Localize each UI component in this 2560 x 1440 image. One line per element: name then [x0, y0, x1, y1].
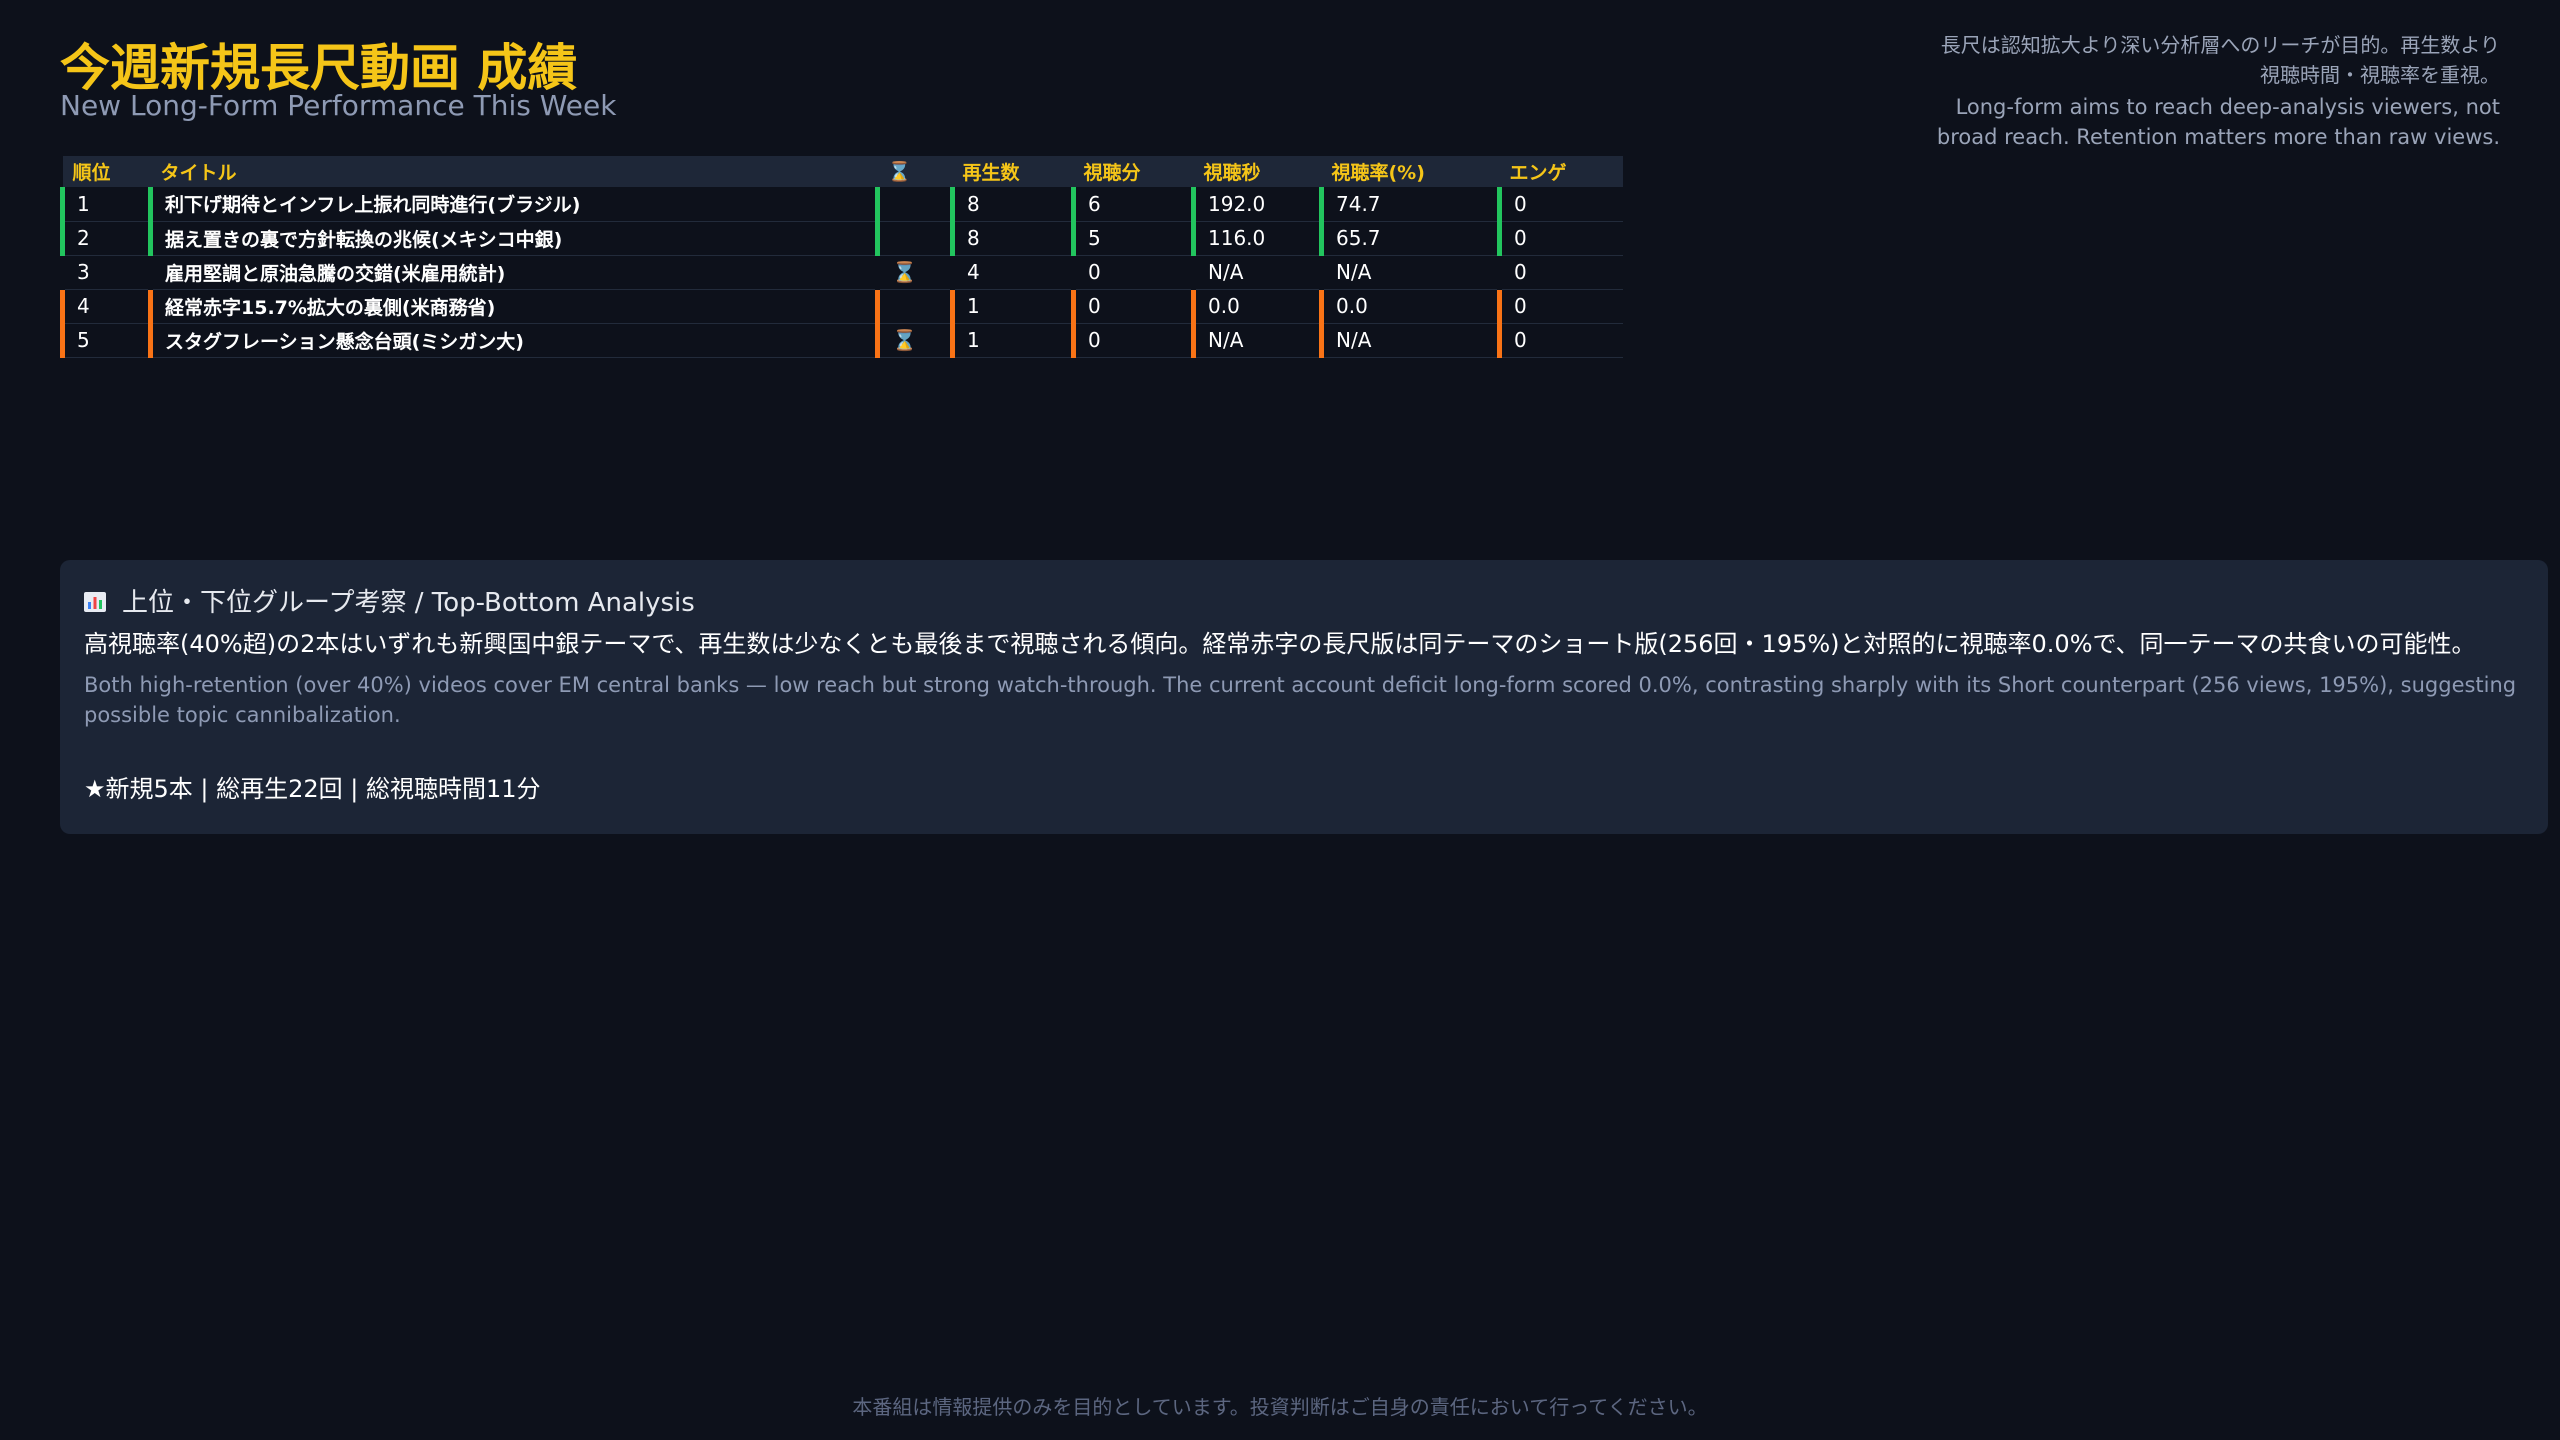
cell-status: [875, 289, 953, 324]
purpose-note-ja-1: 長尺は認知拡大より深い分析層へのリーチが目的。再生数より: [1940, 33, 2500, 57]
col-header-engagement: エンゲ: [1499, 156, 1623, 187]
cell-views: 1: [950, 323, 1074, 358]
cell-views: 1: [950, 289, 1074, 324]
cell-status: [875, 221, 953, 256]
col-header-views: 再生数: [952, 156, 1074, 187]
cell-rank: 3: [62, 255, 151, 290]
disclaimer: 本番組は情報提供のみを目的としています。投資判断はご自身の責任において行ってくだ…: [852, 1395, 1708, 1419]
cell-watch-minutes: 0: [1073, 255, 1194, 290]
analysis-body-en: Both high-retention (over 40%) videos co…: [84, 673, 2517, 727]
col-header-retention: 視聴率(%): [1321, 156, 1500, 187]
cell-rank: 2: [60, 221, 151, 256]
performance-table: 順位 タイトル ⌛ 再生数 視聴分 視聴秒 視聴率(%) エンゲ 1 利下げ期待…: [60, 156, 1623, 358]
table-row[interactable]: 5 スタグフレーション懸念台頭(ミシガン大) ⌛ 1 0 N/A N/A 0: [60, 323, 1623, 358]
hourglass-icon: ⌛: [875, 323, 953, 358]
cell-engagement: 0: [1497, 323, 1623, 358]
cell-watch-seconds: 192.0: [1191, 187, 1322, 222]
cell-watch-minutes: 5: [1071, 221, 1194, 256]
cell-watch-minutes: 6: [1071, 187, 1194, 222]
cell-watch-minutes: 0: [1071, 323, 1194, 358]
table-row[interactable]: 1 利下げ期待とインフレ上振れ同時進行(ブラジル) 8 6 192.0 74.7…: [60, 187, 1623, 222]
cell-engagement: 0: [1497, 187, 1623, 222]
col-header-watch-seconds: 視聴秒: [1193, 156, 1322, 187]
cell-retention: 74.7: [1319, 187, 1500, 222]
analysis-card: 上位・下位グループ考察 / Top-Bottom Analysis 高視聴率(4…: [60, 560, 2548, 834]
cell-views: 4: [952, 255, 1074, 290]
cell-watch-seconds: 116.0: [1191, 221, 1322, 256]
cell-title: 経常赤字15.7%拡大の裏側(米商務省): [148, 289, 878, 324]
cell-engagement: 0: [1499, 255, 1623, 290]
purpose-note-en-1: Long-form aims to reach deep-analysis vi…: [1955, 95, 2500, 119]
cell-title: 利下げ期待とインフレ上振れ同時進行(ブラジル): [148, 187, 878, 222]
col-header-hourglass-icon: ⌛: [877, 156, 953, 187]
cell-retention: 0.0: [1319, 289, 1500, 324]
cell-views: 8: [950, 187, 1074, 222]
cell-title: 据え置きの裏で方針転換の兆候(メキシコ中銀): [148, 221, 878, 256]
cell-watch-seconds: 0.0: [1191, 289, 1322, 324]
analysis-body-ja: 高視聴率(40%超)の2本はいずれも新興国中銀テーマで、再生数は少なくとも最後ま…: [84, 630, 2476, 658]
analysis-summary: ★新規5本 | 総再生22回 | 総視聴時間11分: [84, 775, 541, 803]
col-header-watch-minutes: 視聴分: [1073, 156, 1194, 187]
col-header-title: タイトル: [150, 156, 878, 187]
cell-engagement: 0: [1497, 289, 1623, 324]
cell-retention: N/A: [1321, 255, 1500, 290]
cell-engagement: 0: [1497, 221, 1623, 256]
cell-rank: 4: [60, 289, 151, 324]
table-row[interactable]: 4 経常赤字15.7%拡大の裏側(米商務省) 1 0 0.0 0.0 0: [60, 289, 1623, 324]
cell-rank: 5: [60, 323, 151, 358]
purpose-note-en-2: broad reach. Retention matters more than…: [1936, 125, 2500, 149]
cell-watch-seconds: N/A: [1191, 323, 1322, 358]
cell-title: スタグフレーション懸念台頭(ミシガン大): [148, 323, 878, 358]
purpose-note-ja-2: 視聴時間・視聴率を重視。: [2260, 63, 2500, 87]
cell-watch-seconds: N/A: [1193, 255, 1322, 290]
page-subtitle: New Long-Form Performance This Week: [60, 89, 617, 122]
cell-watch-minutes: 0: [1071, 289, 1194, 324]
col-header-rank: 順位: [62, 156, 151, 187]
analysis-heading-row: 上位・下位グループ考察 / Top-Bottom Analysis: [84, 586, 2524, 620]
cell-views: 8: [950, 221, 1074, 256]
cell-retention: N/A: [1319, 323, 1500, 358]
table-header-row: 順位 タイトル ⌛ 再生数 視聴分 視聴秒 視聴率(%) エンゲ: [62, 156, 1623, 187]
bar-chart-icon: [84, 592, 106, 612]
cell-title: 雇用堅調と原油急騰の交錯(米雇用統計): [150, 255, 878, 290]
page: 今週新規長尺動画 成績 New Long-Form Performance Th…: [0, 0, 2560, 1440]
hourglass-icon: ⌛: [877, 255, 953, 290]
table-row[interactable]: 2 据え置きの裏で方針転換の兆候(メキシコ中銀) 8 5 116.0 65.7 …: [60, 221, 1623, 256]
cell-rank: 1: [60, 187, 151, 222]
analysis-heading: 上位・下位グループ考察 / Top-Bottom Analysis: [122, 588, 695, 618]
cell-status: [875, 187, 953, 222]
purpose-note: 長尺は認知拡大より深い分析層へのリーチが目的。再生数より 視聴時間・視聴率を重視…: [1740, 30, 2500, 152]
table-row[interactable]: 3 雇用堅調と原油急騰の交錯(米雇用統計) ⌛ 4 0 N/A N/A 0: [62, 255, 1623, 290]
cell-retention: 65.7: [1319, 221, 1500, 256]
